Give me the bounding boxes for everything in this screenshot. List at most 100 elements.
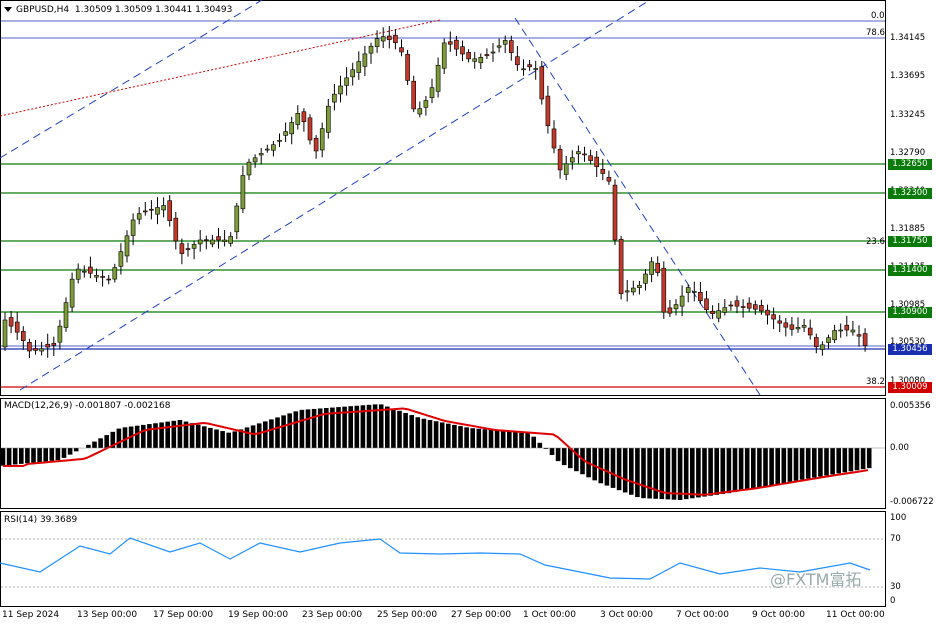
- candle-body: [51, 342, 57, 346]
- macd-histogram-bar: [195, 424, 201, 448]
- candle-body: [441, 42, 447, 69]
- macd-histogram-bar: [720, 448, 726, 495]
- candle-body: [289, 122, 295, 135]
- candle-body: [508, 40, 514, 53]
- candle-body: [807, 327, 813, 336]
- candle-body: [844, 324, 850, 331]
- candle-body: [472, 58, 478, 62]
- red-dotted-line: [0, 19, 441, 117]
- candle-body: [545, 95, 551, 126]
- candle-body: [380, 36, 386, 42]
- candle-body: [447, 41, 453, 45]
- macd-histogram-bar: [269, 419, 274, 448]
- candle-body: [386, 35, 392, 40]
- fib-level-23-6: 23.6: [866, 237, 885, 247]
- candle-body: [393, 34, 398, 44]
- candle-body: [820, 344, 825, 350]
- dropdown-triangle-icon[interactable]: [4, 7, 12, 12]
- macd-histogram-bar: [256, 423, 262, 448]
- fib-level-0: 0.0: [871, 11, 885, 21]
- macd-histogram-bar: [73, 448, 79, 452]
- candle-body: [161, 205, 166, 211]
- macd-histogram-bar: [37, 448, 42, 463]
- price-level-box[interactable]: 1.30009: [888, 382, 932, 393]
- macd-histogram-bar: [799, 448, 805, 480]
- macd-histogram-bar: [726, 448, 732, 494]
- candle-body: [856, 334, 862, 337]
- fib-level-78-6: 78.6: [866, 28, 885, 38]
- candle-body: [466, 52, 471, 60]
- candle-body: [576, 151, 581, 155]
- price-tick-label: 1.34145: [890, 33, 926, 43]
- macd-histogram-bar: [311, 408, 317, 448]
- price-level-box[interactable]: 1.32300: [888, 188, 932, 199]
- date-tick-label: 1 Oct 00:00: [523, 610, 576, 620]
- candle-body: [228, 236, 233, 244]
- candle-body: [515, 56, 520, 66]
- chart-canvas[interactable]: [0, 0, 936, 624]
- candle-body: [155, 207, 160, 215]
- candle-body: [75, 268, 81, 280]
- date-tick-label: 25 Sep 00:00: [377, 610, 438, 620]
- macd-histogram-bar: [281, 415, 286, 448]
- macd-histogram-bar: [427, 420, 433, 448]
- candle-body: [813, 337, 819, 348]
- price-level-box[interactable]: 1.32650: [888, 159, 932, 170]
- candle-body: [136, 213, 142, 220]
- macd-histogram-bar: [525, 432, 530, 448]
- candle-body: [673, 304, 679, 310]
- rsi-pane-frame: [0, 511, 886, 607]
- macd-histogram-bar: [208, 427, 213, 448]
- price-level-box[interactable]: 1.31750: [888, 236, 932, 247]
- macd-histogram-bar: [500, 430, 506, 448]
- macd-histogram-bar: [696, 448, 701, 498]
- price-tick-label: 1.33695: [890, 71, 926, 81]
- macd-histogram-bar: [171, 420, 177, 448]
- macd-histogram-bar: [153, 423, 158, 448]
- macd-histogram-bar: [433, 421, 439, 448]
- date-tick-label: 11 Sep 2024: [2, 610, 60, 620]
- macd-tick-zero: 0.00: [890, 443, 909, 453]
- macd-histogram-bar: [824, 448, 829, 476]
- candle-body: [527, 64, 532, 68]
- watermark-logo: @FXTM富拓: [770, 570, 862, 589]
- macd-tick-max: 0.005356: [890, 401, 931, 411]
- macd-histogram-bar: [537, 442, 543, 448]
- macd-histogram-bar: [714, 448, 719, 495]
- candle-body: [765, 309, 770, 316]
- price-level-box[interactable]: 1.30456: [888, 344, 932, 355]
- candle-body: [179, 243, 185, 254]
- candle-body: [838, 329, 844, 332]
- macd-histogram-bar: [677, 448, 683, 500]
- candle-body: [356, 61, 362, 73]
- macd-histogram-bar: [519, 432, 524, 448]
- candle-body: [557, 148, 563, 171]
- macd-histogram-bar: [141, 424, 146, 448]
- macd-histogram-bar: [25, 448, 30, 464]
- candle-body: [167, 200, 172, 221]
- macd-histogram-bar: [452, 424, 457, 448]
- rsi-label: RSI(14) 39.3689: [4, 515, 78, 525]
- candle-body: [795, 327, 801, 330]
- candle-body: [679, 295, 685, 307]
- macd-histogram-bar: [134, 425, 140, 448]
- candle-body: [350, 69, 356, 78]
- rsi-tick-100: 100: [890, 513, 907, 523]
- macd-histogram-bar: [751, 448, 756, 489]
- price-level-box[interactable]: 1.31400: [888, 265, 932, 276]
- candle-body: [777, 320, 783, 324]
- macd-histogram-bar: [610, 448, 616, 488]
- rsi-tick-70: 70: [890, 534, 901, 544]
- candle-body: [460, 46, 465, 55]
- macd-histogram-bar: [616, 448, 622, 491]
- date-tick-label: 7 Oct 00:00: [676, 610, 729, 620]
- candle-body: [69, 278, 75, 308]
- candle-body: [130, 219, 136, 236]
- macd-histogram-bar: [61, 448, 67, 458]
- candle-body: [454, 39, 459, 50]
- macd-histogram-bar: [629, 448, 634, 495]
- price-level-box[interactable]: 1.30900: [888, 307, 932, 318]
- macd-histogram-bar: [403, 412, 408, 448]
- macd-histogram-bar: [250, 425, 256, 448]
- macd-histogram-bar: [458, 426, 463, 448]
